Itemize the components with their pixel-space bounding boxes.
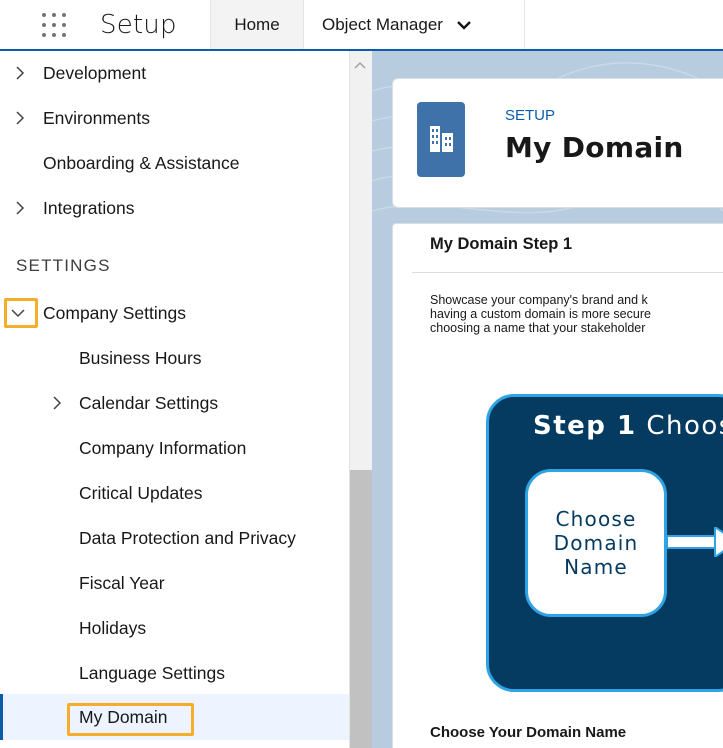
sidebar-item-environments[interactable]: Environments xyxy=(0,98,349,138)
chevron-right-icon[interactable] xyxy=(14,111,26,125)
highlight-box xyxy=(67,703,194,736)
page-title: My Domain xyxy=(505,131,684,164)
sidebar-item-label: Integrations xyxy=(43,197,135,218)
sidebar-item-onboarding[interactable]: Onboarding & Assistance xyxy=(0,143,349,183)
step-diagram: Step 1 Choos Choose Domain Name xyxy=(486,394,723,692)
description-line: Showcase your company's brand and k xyxy=(430,293,648,307)
chevron-right-icon[interactable] xyxy=(51,396,63,410)
diagram-title-rest: Choos xyxy=(646,411,723,441)
sidebar-item-critical-updates[interactable]: Critical Updates xyxy=(0,473,349,513)
sidebar-item-label: Onboarding & Assistance xyxy=(43,152,240,173)
diagram-step-box: Choose Domain Name xyxy=(525,469,667,617)
diagram-box-line: Name xyxy=(564,555,628,579)
sidebar-item-label: Critical Updates xyxy=(79,482,203,503)
description-line: choosing a name that your stakeholder xyxy=(430,321,646,335)
highlight-box xyxy=(4,298,38,328)
sidebar-item-holidays[interactable]: Holidays xyxy=(0,608,349,648)
diagram-title-bold: Step 1 xyxy=(533,411,637,441)
tab-home-label: Home xyxy=(234,14,280,34)
diagram-box-line: Domain xyxy=(553,531,639,555)
tab-object-manager[interactable]: Object Manager xyxy=(305,0,525,49)
page-header: SETUP My Domain xyxy=(392,78,723,208)
app-name: Setup xyxy=(100,10,177,40)
sidebar-item-company-settings[interactable]: Company Settings xyxy=(0,293,349,333)
sidebar-item-calendar-settings[interactable]: Calendar Settings xyxy=(0,383,349,423)
step-header: My Domain Step 1 xyxy=(412,223,723,273)
sidebar-item-label: Data Protection and Privacy xyxy=(79,527,296,548)
section-label-choose-domain: Choose Your Domain Name xyxy=(430,724,627,741)
step-title: My Domain Step 1 xyxy=(430,235,573,253)
building-icon xyxy=(417,102,465,177)
sidebar-item-label: Language Settings xyxy=(79,662,225,683)
sidebar-item-language-settings[interactable]: Language Settings xyxy=(0,653,349,693)
sidebar-item-label: Fiscal Year xyxy=(79,572,165,593)
global-header: Setup Home Object Manager xyxy=(0,0,723,51)
sidebar-item-label: Company Information xyxy=(79,437,247,458)
arrow-right-icon xyxy=(667,527,723,557)
page-eyebrow: SETUP xyxy=(505,107,556,124)
sidebar-item-fiscal-year[interactable]: Fiscal Year xyxy=(0,563,349,603)
section-title-settings: SETTINGS xyxy=(16,256,111,275)
description-line: having a custom domain is more secure xyxy=(430,307,651,321)
setup-sidebar: Development Environments Onboarding & As… xyxy=(0,51,372,748)
sidebar-item-data-protection[interactable]: Data Protection and Privacy xyxy=(0,518,349,558)
sidebar-item-label: Development xyxy=(43,62,147,83)
diagram-title: Step 1 Choos xyxy=(533,411,723,441)
sidebar-item-business-hours[interactable]: Business Hours xyxy=(0,338,349,378)
chevron-right-icon[interactable] xyxy=(14,201,26,215)
scroll-up-icon[interactable] xyxy=(353,60,367,70)
app-launcher-icon[interactable] xyxy=(42,13,72,43)
tab-object-manager-label: Object Manager xyxy=(322,14,443,34)
sidebar-item-integrations[interactable]: Integrations xyxy=(0,188,349,228)
tab-home[interactable]: Home xyxy=(210,0,304,49)
sidebar-item-label: Company Settings xyxy=(43,302,186,323)
sidebar-item-development[interactable]: Development xyxy=(0,53,349,93)
chevron-right-icon[interactable] xyxy=(14,66,26,80)
diagram-box-line: Choose xyxy=(555,507,637,531)
sidebar-item-label: Calendar Settings xyxy=(79,392,219,413)
scrollbar-thumb[interactable] xyxy=(350,470,372,748)
sidebar-item-company-information[interactable]: Company Information xyxy=(0,428,349,468)
sidebar-item-label: Holidays xyxy=(79,617,147,638)
sidebar-item-label: Business Hours xyxy=(79,347,202,368)
description-text: Showcase your company's brand and k havi… xyxy=(430,293,723,335)
chevron-down-icon[interactable] xyxy=(455,18,473,32)
sidebar-item-label: Environments xyxy=(43,107,150,128)
